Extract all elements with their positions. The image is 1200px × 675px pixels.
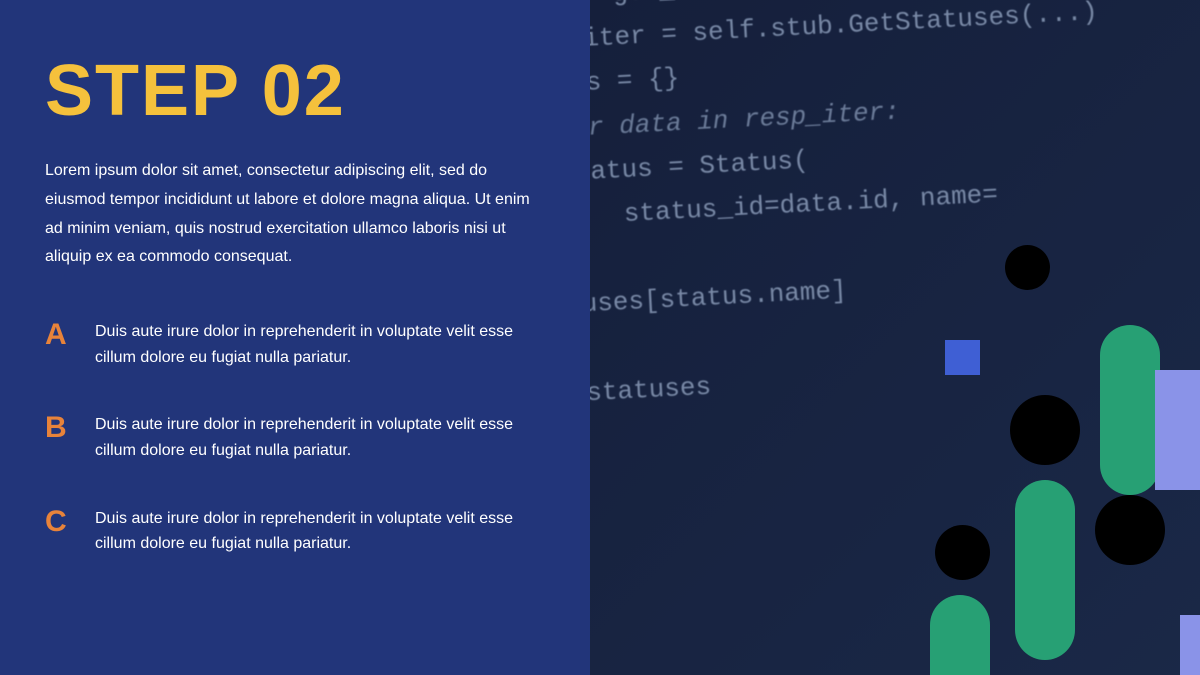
pill-shape-icon: [1015, 480, 1075, 660]
bullet-item-a: A Duis aute irure dolor in reprehenderit…: [45, 317, 545, 370]
circle-icon: [1010, 395, 1080, 465]
circle-icon: [1005, 245, 1050, 290]
decorative-shapes: [590, 0, 1200, 675]
circle-icon: [1095, 495, 1165, 565]
intro-paragraph: Lorem ipsum dolor sit amet, consectetur …: [45, 157, 545, 272]
bullet-text: Duis aute irure dolor in reprehenderit i…: [95, 410, 545, 463]
bullet-text: Duis aute irure dolor in reprehenderit i…: [95, 504, 545, 557]
rectangle-icon: [1180, 615, 1200, 675]
square-icon: [945, 340, 980, 375]
bullet-item-b: B Duis aute irure dolor in reprehenderit…: [45, 410, 545, 463]
right-image-panel: get_dict_key_name(...) ... iter = self.s…: [590, 0, 1200, 675]
circle-icon: [935, 525, 990, 580]
bullet-letter: C: [45, 504, 95, 540]
bullet-item-c: C Duis aute irure dolor in reprehenderit…: [45, 504, 545, 557]
bullet-letter: B: [45, 410, 95, 446]
pill-shape-icon: [930, 595, 990, 675]
slide-title: STEP 02: [45, 50, 545, 132]
rectangle-icon: [1155, 370, 1200, 490]
pill-shape-icon: [1100, 325, 1160, 495]
bullet-text: Duis aute irure dolor in reprehenderit i…: [95, 317, 545, 370]
bullet-letter: A: [45, 317, 95, 353]
left-content-panel: STEP 02 Lorem ipsum dolor sit amet, cons…: [0, 0, 590, 675]
